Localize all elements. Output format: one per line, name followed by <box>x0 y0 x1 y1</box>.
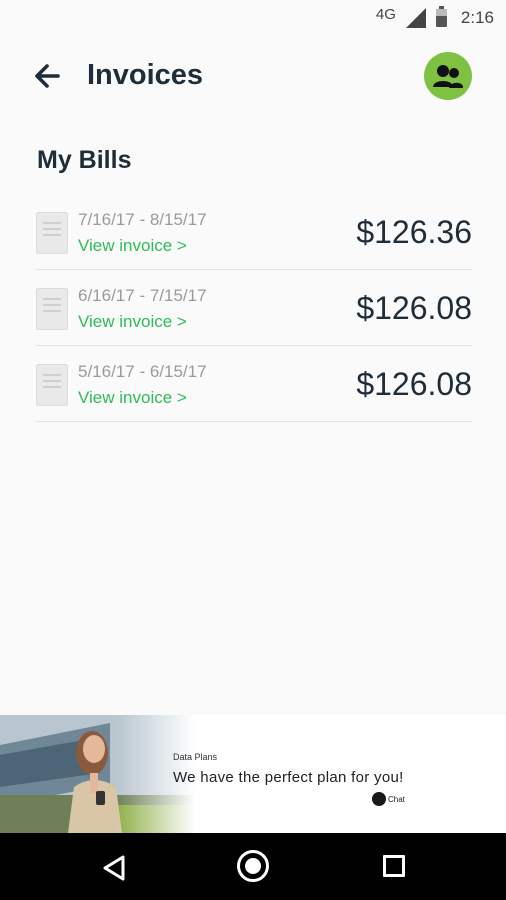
ad-banner[interactable]: Data Plans We have the perfect plan for … <box>0 715 506 833</box>
app-bar: Invoices <box>0 46 506 108</box>
status-bar: 4G 2:16 <box>0 0 506 36</box>
bill-row[interactable]: 5/16/17 - 6/15/17 View invoice > $126.08 <box>36 346 472 422</box>
view-invoice-link[interactable]: View invoice > <box>78 312 187 332</box>
arrow-left-icon <box>35 64 60 88</box>
ad-photo <box>0 715 195 833</box>
ad-brand-name: Chat <box>388 794 405 804</box>
square-recents-icon[interactable] <box>383 855 405 877</box>
brand-logo-icon <box>372 792 386 806</box>
account-avatar-button[interactable] <box>424 52 472 100</box>
bill-amount: $126.36 <box>356 214 472 250</box>
document-icon <box>36 212 68 254</box>
system-nav-bar <box>0 833 506 900</box>
group-users-icon <box>433 65 464 88</box>
bill-amount: $126.08 <box>356 290 472 326</box>
ad-brand-logo: Chat <box>372 792 405 806</box>
bill-period: 5/16/17 - 6/15/17 <box>78 362 207 381</box>
status-time: 2:16 <box>460 8 494 27</box>
signal-icon <box>405 8 426 28</box>
circle-home-icon[interactable] <box>237 850 269 882</box>
view-invoice-link[interactable]: View invoice > <box>78 236 187 256</box>
ad-kicker: Data Plans <box>173 752 218 762</box>
document-icon <box>36 364 68 406</box>
network-type: 4G <box>375 5 396 23</box>
bill-list: 7/16/17 - 8/15/17 View invoice > $126.36… <box>36 194 472 422</box>
bill-row[interactable]: 7/16/17 - 8/15/17 View invoice > $126.36 <box>36 194 472 270</box>
view-invoice-link[interactable]: View invoice > <box>78 388 187 408</box>
triangle-back-icon[interactable] <box>102 855 126 881</box>
ad-headline: We have the perfect plan for you! <box>173 769 404 786</box>
bill-period: 7/16/17 - 8/15/17 <box>78 210 207 229</box>
battery-icon <box>435 6 447 27</box>
section-title: My Bills <box>37 146 132 174</box>
bill-amount: $126.08 <box>356 366 472 402</box>
bill-row[interactable]: 6/16/17 - 7/15/17 View invoice > $126.08 <box>36 270 472 346</box>
back-button[interactable] <box>30 58 70 94</box>
document-icon <box>36 288 68 330</box>
page-title: Invoices <box>87 59 204 91</box>
bill-period: 6/16/17 - 7/15/17 <box>78 286 207 305</box>
